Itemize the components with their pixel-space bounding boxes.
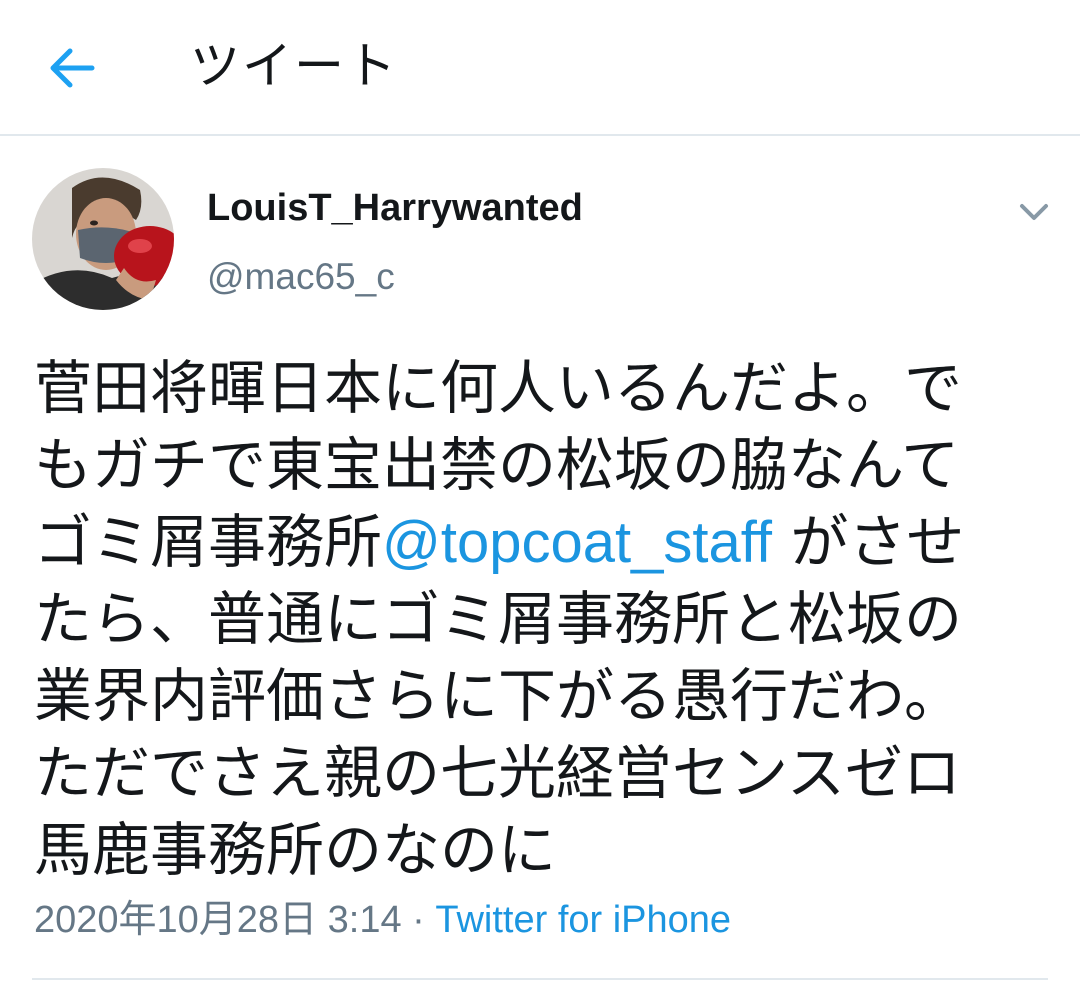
tweet-text-line: たら、普通にゴミ屑事務所と松坂の	[34, 585, 963, 653]
tweet-timestamp[interactable]: 2020年10月28日 3:14	[34, 899, 402, 941]
tweet-text-line: 馬鹿事務所のなのに	[34, 816, 557, 884]
tweet-text-line: 菅田将暉日本に何人いるんだよ。で	[34, 354, 963, 422]
tweet-text-line: 業界内評価さらに下がる愚行だわ。	[34, 662, 963, 730]
display-name[interactable]: LouisT_Harrywanted	[207, 184, 583, 232]
tweet-source-link[interactable]: Twitter for iPhone	[435, 899, 731, 941]
mention-link[interactable]: @topcoat_staff	[382, 510, 772, 575]
tweet-menu-button[interactable]	[1010, 188, 1058, 236]
tweet-text-line: ゴミ屑事務所@topcoat_staff がさせ	[34, 504, 1044, 581]
tweet-text-line: もガチで東宝出禁の松坂の脇なんて	[34, 431, 960, 499]
meta-separator: ·	[401, 899, 436, 941]
avatar[interactable]	[32, 168, 174, 310]
user-handle[interactable]: @mac65_c	[207, 253, 395, 301]
tweet-meta: 2020年10月28日 3:14 · Twitter for iPhone	[34, 896, 731, 944]
tweet-detail: LouisT_Harrywanted @mac65_c 菅田将暉日本に何人いるん…	[0, 136, 1080, 986]
page-title: ツイート	[190, 37, 398, 95]
tweet-text-segment: ゴミ屑事務所	[34, 508, 383, 576]
back-button[interactable]	[40, 36, 104, 100]
tweet-text: 菅田将暉日本に何人いるんだよ。で もガチで東宝出禁の松坂の脇なんて ゴミ屑事務所…	[34, 350, 1044, 889]
tweet-text-line: ただでさえ親の七光経営センスゼロ	[34, 739, 961, 807]
chevron-down-icon	[1020, 204, 1048, 220]
tweet-text-segment: がさせ	[771, 508, 965, 576]
back-arrow-icon	[50, 48, 95, 88]
divider	[32, 978, 1048, 980]
app-header: ツイート	[0, 0, 1080, 136]
